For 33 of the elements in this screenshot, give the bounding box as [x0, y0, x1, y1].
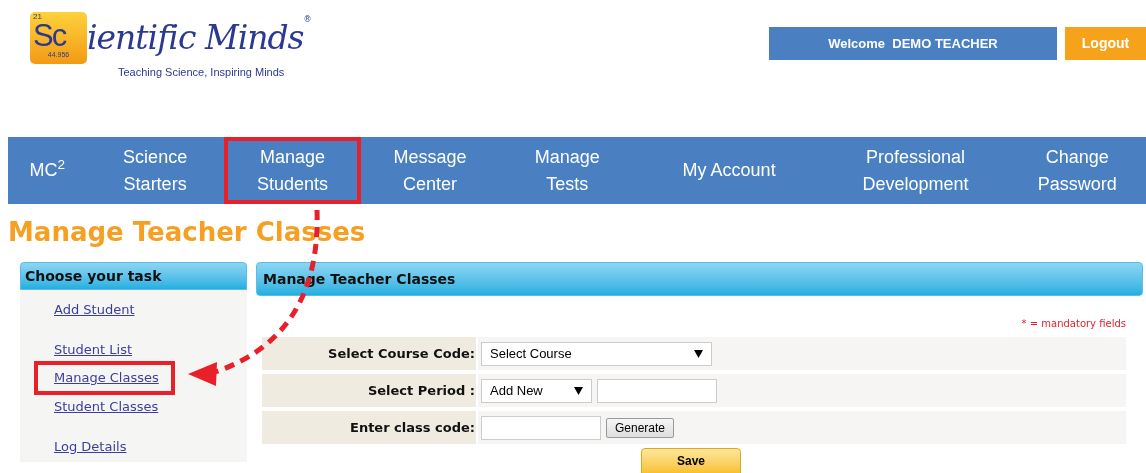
period-select[interactable]: Add New [481, 378, 592, 403]
sidebar-header: Choose your task [20, 262, 247, 290]
mandatory-fields-note: * = mandatory fields [1021, 317, 1126, 331]
nav-item[interactable]: Manage Students [223, 137, 362, 204]
nav-item[interactable]: Change Password [1008, 137, 1146, 204]
task-link[interactable]: Log Details [54, 437, 127, 457]
dropdown-caret-icon [574, 386, 583, 395]
form-label-cell: Enter class code: [262, 411, 476, 444]
page-title: Manage Teacher Classes [8, 216, 367, 248]
form-label-cell: Select Course Code: [262, 337, 476, 370]
nav-item[interactable]: Science Starters [86, 137, 224, 204]
nav-item[interactable]: Manage Tests [498, 137, 636, 204]
nav-item[interactable]: My Account [635, 137, 823, 204]
task-link[interactable]: Student List [54, 340, 133, 360]
task-link[interactable]: Manage Classes [34, 361, 175, 395]
registered-mark: ® [303, 14, 312, 26]
element-symbol: Sc [33, 21, 66, 51]
save-button[interactable]: Save [641, 448, 741, 473]
class-code-input[interactable] [481, 415, 601, 440]
atomic-number: 21 [33, 13, 43, 21]
period-input[interactable] [597, 378, 717, 403]
logo-wordmark: ientific Minds [87, 18, 304, 58]
welcome-banner: Welcome DEMO TEACHER [769, 27, 1057, 60]
dropdown-caret-icon [694, 349, 703, 358]
nav-item[interactable]: MC$^{2}$ [8, 137, 87, 204]
generate-button[interactable]: Generate [606, 417, 675, 438]
nav-item[interactable]: Message Center [361, 137, 499, 204]
form-label-cell: Select Period : [262, 374, 476, 407]
course-select[interactable]: Select Course [481, 341, 712, 366]
logo-tagline: Teaching Science, Inspiring Minds [118, 65, 286, 80]
task-link[interactable]: Student Classes [54, 397, 159, 417]
nav-item[interactable]: Professional Development [822, 137, 1009, 204]
task-link[interactable]: Add Student [54, 300, 135, 320]
